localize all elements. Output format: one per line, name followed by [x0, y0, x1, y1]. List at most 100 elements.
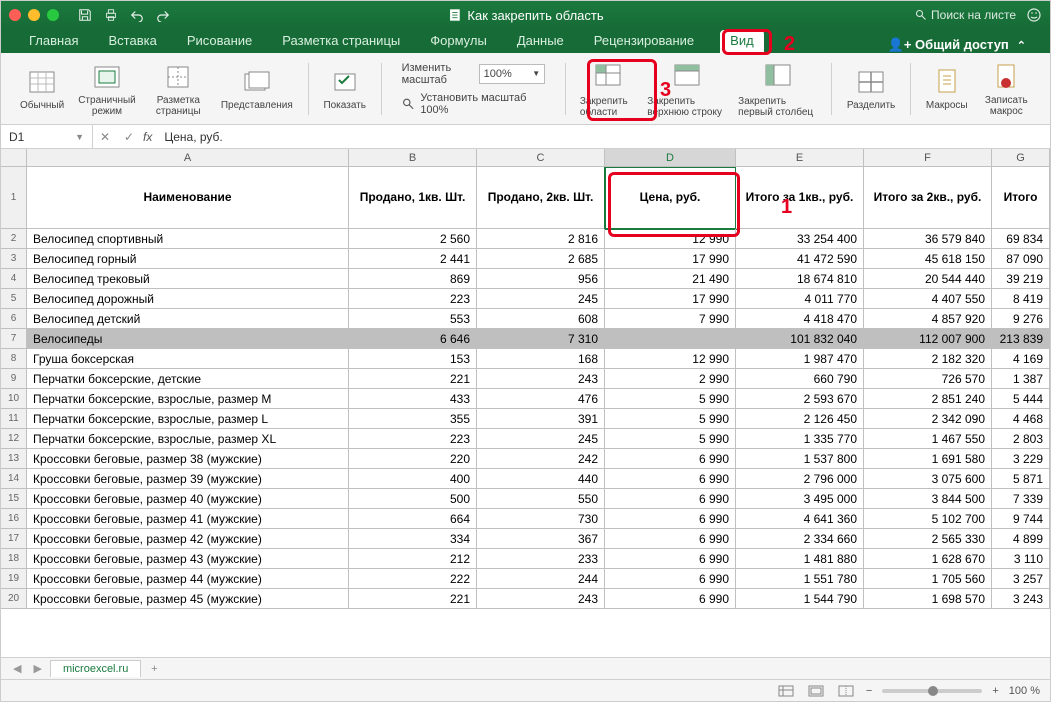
cell-d1[interactable]: Цена, руб.	[605, 167, 736, 229]
tab-insert[interactable]: Вставка	[104, 30, 160, 53]
cell[interactable]: 2 593 670	[736, 389, 864, 409]
sheet-nav-next[interactable]: ▶	[29, 662, 45, 675]
minimize-window-button[interactable]	[28, 9, 40, 21]
view-custom-button[interactable]: Представления	[216, 66, 298, 111]
cell[interactable]: 243	[477, 369, 605, 389]
cell[interactable]: Велосипед горный	[27, 249, 349, 269]
cell[interactable]: 6 990	[605, 469, 736, 489]
cell[interactable]: 17 990	[605, 249, 736, 269]
row-header[interactable]: 17	[1, 529, 27, 549]
cell[interactable]: Перчатки боксерские, взрослые, размер L	[27, 409, 349, 429]
cell[interactable]: 87 090	[992, 249, 1050, 269]
close-window-button[interactable]	[9, 9, 21, 21]
cell[interactable]: Наименование	[27, 167, 349, 229]
row-header[interactable]: 4	[1, 269, 27, 289]
col-header-g[interactable]: G	[992, 149, 1050, 166]
cell[interactable]: 6 990	[605, 449, 736, 469]
cell[interactable]: Итого за 2кв., руб.	[864, 167, 992, 229]
tab-page-layout[interactable]: Разметка страницы	[278, 30, 404, 53]
cell[interactable]: 3 257	[992, 569, 1050, 589]
cell[interactable]: 221	[349, 589, 477, 609]
cell[interactable]: 2 182 320	[864, 349, 992, 369]
cell[interactable]: 2 334 660	[736, 529, 864, 549]
fx-icon[interactable]: fx	[143, 130, 152, 144]
record-macro-button[interactable]: Записать макрос	[977, 61, 1036, 117]
cell[interactable]: 3 844 500	[864, 489, 992, 509]
cell[interactable]: 3 075 600	[864, 469, 992, 489]
cell[interactable]: Велосипед дорожный	[27, 289, 349, 309]
cancel-formula-button[interactable]: ✕	[93, 130, 117, 144]
cell[interactable]: Кроссовки беговые, размер 39 (мужские)	[27, 469, 349, 489]
row-header[interactable]: 12	[1, 429, 27, 449]
tab-formulas[interactable]: Формулы	[426, 30, 491, 53]
cell[interactable]: Кроссовки беговые, размер 41 (мужские)	[27, 509, 349, 529]
cell[interactable]: 223	[349, 289, 477, 309]
redo-button[interactable]	[155, 7, 171, 23]
cell[interactable]: 2 342 090	[864, 409, 992, 429]
cell[interactable]: 3 495 000	[736, 489, 864, 509]
cell[interactable]: 4 418 470	[736, 309, 864, 329]
cell[interactable]: 244	[477, 569, 605, 589]
cell[interactable]: 223	[349, 429, 477, 449]
cell[interactable]: 2 816	[477, 229, 605, 249]
cell[interactable]: 2 441	[349, 249, 477, 269]
cell[interactable]: Итого за 1кв., руб.	[736, 167, 864, 229]
cell[interactable]: Кроссовки беговые, размер 38 (мужские)	[27, 449, 349, 469]
cell[interactable]: 6 990	[605, 589, 736, 609]
col-header-c[interactable]: C	[477, 149, 605, 166]
cell[interactable]: 1 987 470	[736, 349, 864, 369]
cell[interactable]: 1 705 560	[864, 569, 992, 589]
cell[interactable]: 2 560	[349, 229, 477, 249]
smiley-icon[interactable]	[1026, 7, 1042, 23]
cell[interactable]: 2 990	[605, 369, 736, 389]
cell[interactable]: 41 472 590	[736, 249, 864, 269]
row-header[interactable]: 19	[1, 569, 27, 589]
cell[interactable]: 4 468	[992, 409, 1050, 429]
row-header[interactable]: 16	[1, 509, 27, 529]
zoom-100-button[interactable]: Установить масштаб 100%	[402, 92, 546, 116]
cell[interactable]: 367	[477, 529, 605, 549]
select-all-corner[interactable]	[1, 149, 27, 166]
cell[interactable]: 440	[477, 469, 605, 489]
cell[interactable]: 33 254 400	[736, 229, 864, 249]
cell[interactable]: 1 544 790	[736, 589, 864, 609]
row-header[interactable]: 10	[1, 389, 27, 409]
cell[interactable]: 1 467 550	[864, 429, 992, 449]
row-header[interactable]: 14	[1, 469, 27, 489]
row-header[interactable]: 8	[1, 349, 27, 369]
cell[interactable]: Велосипед трековый	[27, 269, 349, 289]
cell[interactable]: 8 419	[992, 289, 1050, 309]
col-header-e[interactable]: E	[736, 149, 864, 166]
share-button[interactable]: 👤+ Общий доступ	[888, 37, 1009, 53]
cell[interactable]: 45 618 150	[864, 249, 992, 269]
collapse-ribbon-button[interactable]: ⌃	[1017, 39, 1026, 52]
cell[interactable]: 5 102 700	[864, 509, 992, 529]
view-page-layout-button[interactable]: Страничный режим	[73, 61, 141, 117]
undo-button[interactable]	[129, 7, 145, 23]
sheet-nav-prev[interactable]: ◀	[9, 662, 25, 675]
cell[interactable]: 2 803	[992, 429, 1050, 449]
cell[interactable]: 1 537 800	[736, 449, 864, 469]
cell[interactable]: 7 990	[605, 309, 736, 329]
cell[interactable]: 726 570	[864, 369, 992, 389]
freeze-first-col-button[interactable]: Закрепить первый столбец	[734, 57, 821, 120]
col-header-f[interactable]: F	[864, 149, 992, 166]
cell[interactable]: 69 834	[992, 229, 1050, 249]
zoom-percent[interactable]: 100 %	[1009, 685, 1040, 697]
cell[interactable]: 3 110	[992, 549, 1050, 569]
cell[interactable]: 1 335 770	[736, 429, 864, 449]
cell[interactable]: 500	[349, 489, 477, 509]
zoom-slider[interactable]	[882, 689, 982, 693]
cell[interactable]: 20 544 440	[864, 269, 992, 289]
cell[interactable]: Перчатки боксерские, взрослые, размер M	[27, 389, 349, 409]
view-page-break-button[interactable]: Разметка страницы	[145, 61, 212, 117]
cell[interactable]: 245	[477, 289, 605, 309]
cell[interactable]: Кроссовки беговые, размер 45 (мужские)	[27, 589, 349, 609]
row-header[interactable]: 6	[1, 309, 27, 329]
cell[interactable]: 1 698 570	[864, 589, 992, 609]
row-header[interactable]: 9	[1, 369, 27, 389]
cell[interactable]: 956	[477, 269, 605, 289]
cell[interactable]: Велосипед спортивный	[27, 229, 349, 249]
tab-view[interactable]: Вид	[720, 30, 764, 53]
cell[interactable]: 4 011 770	[736, 289, 864, 309]
